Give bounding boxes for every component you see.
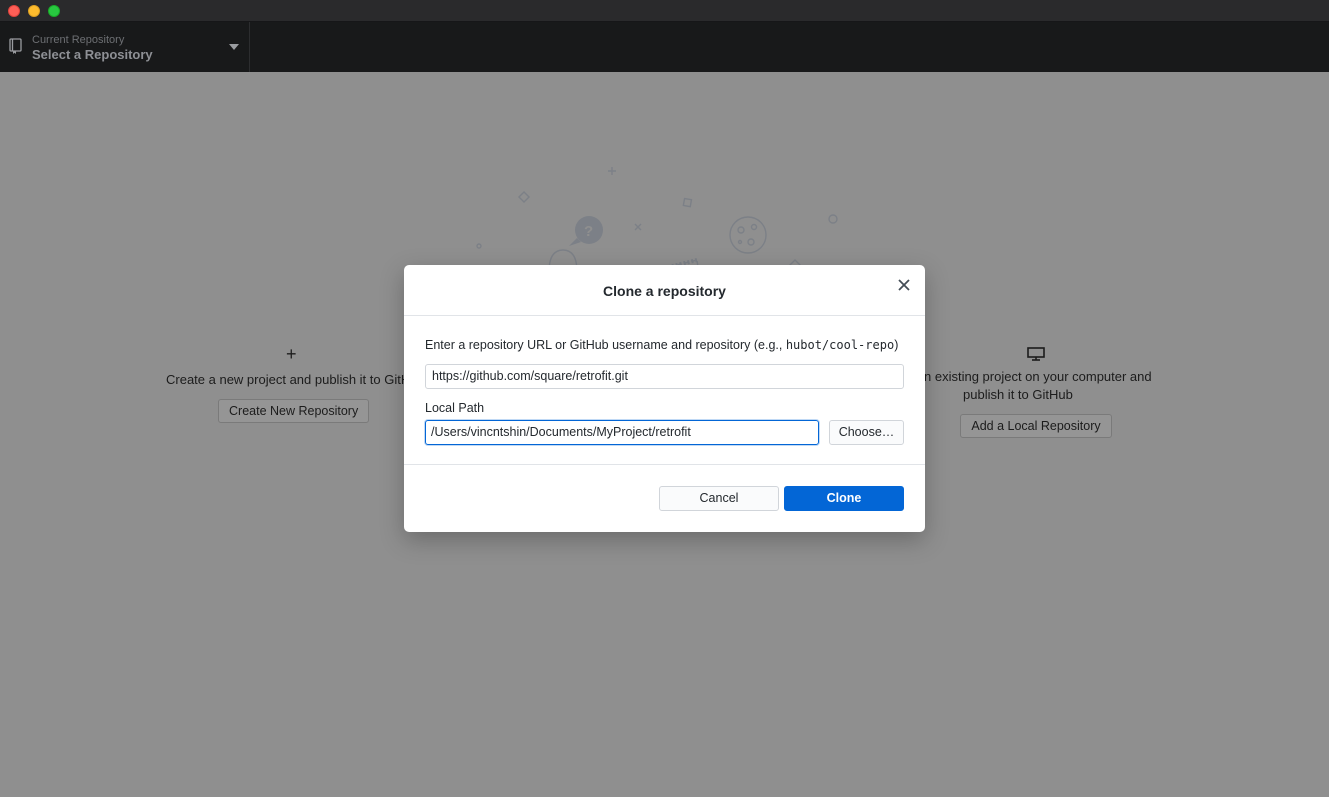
svg-text:?: ? — [584, 223, 593, 240]
url-prompt-example: hubot/cool-repo — [785, 338, 895, 352]
window-minimize-button[interactable] — [28, 5, 40, 17]
create-new-repository-panel: + Create a new project and publish it to… — [166, 344, 406, 423]
clone-repository-dialog: Clone a repository Enter a repository UR… — [404, 265, 925, 532]
repo-icon — [9, 38, 22, 54]
choose-button[interactable]: Choose… — [829, 420, 904, 445]
create-new-repository-button[interactable]: Create New Repository — [218, 399, 370, 423]
url-prompt-suffix: ) — [894, 338, 899, 352]
local-path-input[interactable]: /Users/vincntshin/Documents/MyProject/re… — [425, 420, 819, 445]
current-repository-value: Select a Repository — [32, 47, 153, 62]
window-close-button[interactable] — [8, 5, 20, 17]
cancel-button[interactable]: Cancel — [659, 486, 779, 511]
add-local-repository-panel: n existing project on your computer and … — [924, 344, 1152, 438]
dialog-title: Clone a repository — [603, 283, 726, 299]
close-icon[interactable] — [896, 277, 912, 293]
title-bar — [0, 0, 1329, 22]
url-prompt-text: Enter a repository URL or GitHub usernam… — [425, 338, 786, 352]
repository-url-input[interactable]: https://github.com/square/retrofit.git — [425, 364, 904, 389]
url-prompt: Enter a repository URL or GitHub usernam… — [425, 338, 898, 352]
window-maximize-button[interactable] — [48, 5, 60, 17]
add-local-description-line1: n existing project on your computer and — [924, 369, 1152, 384]
toolbar: Current Repository Select a Repository — [0, 22, 1329, 72]
chevron-down-icon — [229, 44, 239, 50]
current-repository-selector[interactable]: Current Repository Select a Repository — [0, 22, 250, 72]
add-local-description-line2: publish it to GitHub — [963, 387, 1073, 402]
monitor-icon — [1027, 347, 1045, 361]
dialog-header: Clone a repository — [404, 265, 925, 316]
create-repository-description: Create a new project and publish it to G… — [166, 372, 404, 387]
clone-button[interactable]: Clone — [784, 486, 904, 511]
dialog-body: Enter a repository URL or GitHub usernam… — [404, 317, 925, 465]
add-local-repository-button[interactable]: Add a Local Repository — [960, 414, 1112, 438]
plus-icon: + — [286, 344, 297, 364]
current-repository-caption: Current Repository — [32, 34, 125, 46]
local-path-label: Local Path — [425, 401, 485, 415]
